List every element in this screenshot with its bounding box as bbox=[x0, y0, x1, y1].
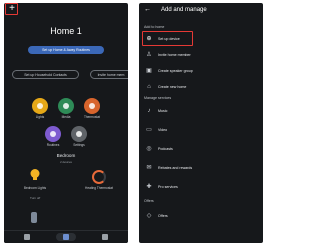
lightbulb-icon[interactable] bbox=[28, 168, 42, 182]
household-contacts-pill[interactable]: Set up Household Contacts bbox=[12, 70, 79, 79]
page-title: Add and manage bbox=[161, 7, 207, 13]
action-label: Routines bbox=[46, 143, 60, 147]
video-icon: ▭ bbox=[146, 127, 152, 133]
menu-item-podcasts[interactable]: ◎ Podcasts bbox=[139, 142, 263, 156]
add-manage-screen: ← Add and manage Add to home ⊕ Set up dev… bbox=[139, 3, 263, 243]
thermostat-icon[interactable] bbox=[92, 170, 106, 184]
gear-action-button[interactable] bbox=[71, 126, 87, 142]
menu-item-label: Create speaker group bbox=[158, 69, 193, 73]
menu-item-pro-services[interactable]: ✚ Pro services bbox=[139, 180, 263, 194]
menu-item-label: Create new home bbox=[158, 85, 187, 89]
device-label-thermostat: Heating Thermostat bbox=[85, 186, 113, 190]
center-nav-icon[interactable] bbox=[63, 234, 69, 240]
menu-item-music[interactable]: ♪ Music bbox=[139, 104, 263, 118]
lightbulb-action-button[interactable] bbox=[32, 98, 48, 114]
home-icon: ⌂ bbox=[147, 84, 151, 90]
music-note-icon: ♪ bbox=[147, 108, 151, 114]
home-title: Home 1 bbox=[50, 26, 82, 36]
pro-services-icon: ✚ bbox=[146, 184, 152, 190]
podcast-icon: ◎ bbox=[146, 146, 152, 152]
routine-icon bbox=[50, 131, 56, 137]
menu-item-create-new-home[interactable]: ⌂ Create new home bbox=[139, 80, 263, 94]
routine-action-button[interactable] bbox=[45, 126, 61, 142]
speaker-icon: ▣ bbox=[146, 68, 152, 74]
room-subtitle: 2 devices bbox=[60, 160, 72, 164]
turn-off-link[interactable]: Turn off bbox=[30, 196, 40, 200]
action-label: Thermostat bbox=[83, 115, 101, 119]
invite-members-pill[interactable]: Invite home mem bbox=[90, 70, 128, 79]
gear-icon bbox=[76, 131, 82, 137]
room-title: Bedroom bbox=[56, 153, 76, 158]
menu-item-create-speaker-group[interactable]: ▣ Create speaker group bbox=[139, 64, 263, 78]
bottom-nav bbox=[4, 230, 128, 243]
menu-item-label: Pro services bbox=[158, 185, 178, 189]
setup-routines-pill[interactable]: Set up Home & Away Routines bbox=[28, 46, 104, 54]
action-label: Media bbox=[61, 115, 71, 119]
menu-item-label: Offers bbox=[158, 214, 168, 218]
grid-nav-icon[interactable] bbox=[102, 234, 108, 240]
menu-item-offers[interactable]: ◇ Offers bbox=[139, 209, 263, 223]
home-screen: + Home 1 Set up Home & Away Routines Set… bbox=[4, 3, 128, 243]
plus-highlight-box bbox=[5, 3, 18, 15]
menu-item-video[interactable]: ▭ Video bbox=[139, 123, 263, 137]
person-add-icon: ♙ bbox=[146, 52, 152, 58]
menu-item-invite-home-member[interactable]: ♙ Invite home member bbox=[139, 48, 263, 62]
menu-item-label: Video bbox=[158, 128, 168, 132]
menu-item-rebates-and-rewards[interactable]: ✉ Rebates and rewards bbox=[139, 161, 263, 175]
tag-icon: ◇ bbox=[146, 213, 152, 219]
lightbulb-icon bbox=[37, 103, 43, 109]
device-mini-icon[interactable] bbox=[28, 211, 40, 225]
music-icon bbox=[63, 103, 69, 109]
rewards-icon: ✉ bbox=[146, 165, 152, 171]
menu-item-label: Rebates and rewards bbox=[158, 166, 193, 170]
menu-item-label: Invite home member bbox=[158, 53, 191, 57]
menu-item-label: Music bbox=[158, 109, 168, 113]
thermostat-icon bbox=[89, 103, 95, 109]
thermostat-action-button[interactable] bbox=[84, 98, 100, 114]
group-offers: Offers bbox=[144, 199, 154, 203]
action-label: Lights bbox=[35, 115, 45, 119]
group-add-to-home: Add to home bbox=[144, 25, 165, 29]
home-nav-icon[interactable] bbox=[24, 234, 30, 240]
action-label: Settings bbox=[73, 143, 85, 147]
setup-device-highlight-box bbox=[142, 31, 193, 46]
group-manage-services: Manage services bbox=[144, 96, 172, 100]
menu-item-label: Podcasts bbox=[158, 147, 173, 151]
music-action-button[interactable] bbox=[58, 98, 74, 114]
back-arrow-icon[interactable]: ← bbox=[144, 6, 151, 13]
device-label-lights: Bedroom Lights bbox=[23, 186, 47, 190]
